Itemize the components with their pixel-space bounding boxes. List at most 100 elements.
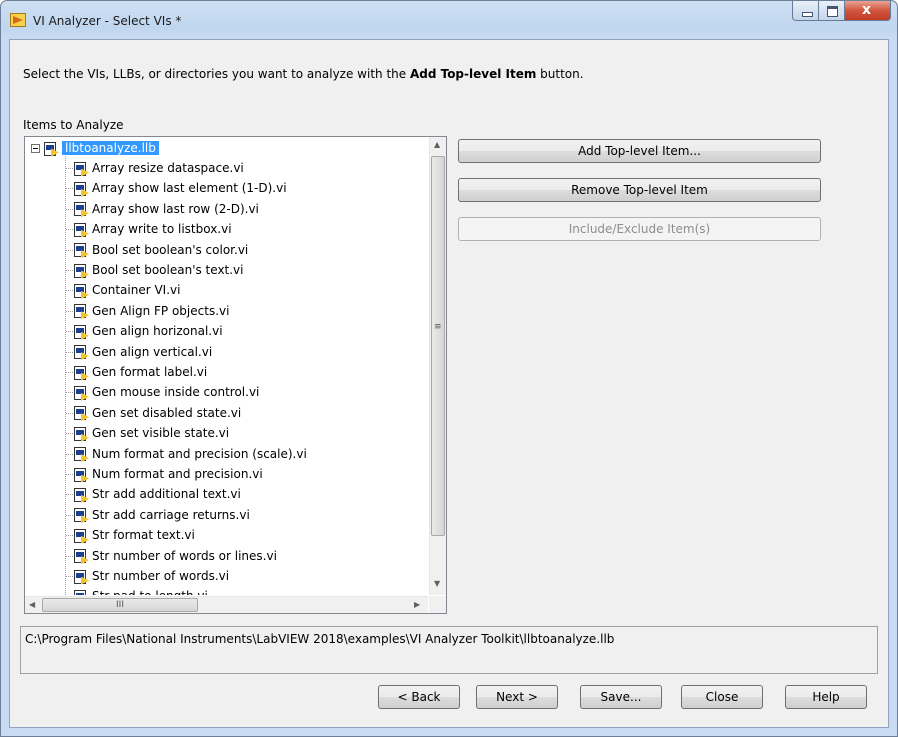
- tree-connector: [66, 576, 73, 577]
- title-bar[interactable]: VI Analyzer - Select VIs * x: [1, 1, 897, 39]
- tree-connector: [66, 412, 73, 414]
- horizontal-scrollbar[interactable]: ◀ III ▶: [25, 596, 428, 613]
- tree-item-label: Array show last row (2-D).vi: [92, 201, 259, 216]
- vi-file-icon: [73, 201, 89, 218]
- tree-item[interactable]: Container VI.vi: [73, 280, 180, 300]
- tree-item-label: Gen format label.vi: [92, 365, 208, 379]
- next-button[interactable]: Next >: [476, 685, 558, 709]
- collapse-icon[interactable]: [31, 144, 40, 153]
- tree-item-label: Str number of words.vi: [92, 569, 230, 583]
- vi-file-icon: [73, 487, 89, 503]
- vi-file-icon: [73, 507, 89, 524]
- vi-file-icon: [73, 467, 89, 483]
- tree-item[interactable]: Num format and precision (scale).vi: [73, 444, 307, 464]
- tree-item[interactable]: Str number of words or lines.vi: [73, 546, 277, 566]
- tree-item[interactable]: Gen align horizonal.vi: [73, 321, 223, 341]
- tree-connector: [66, 514, 73, 516]
- close-button[interactable]: Close: [681, 685, 763, 709]
- vi-file-icon: [73, 181, 89, 197]
- tree-item-label: Container VI.vi: [92, 283, 181, 298]
- back-button[interactable]: < Back: [378, 685, 460, 709]
- remove-top-level-item-button[interactable]: Remove Top-level Item: [458, 178, 821, 202]
- tree-item[interactable]: Num format and precision.vi: [73, 464, 263, 484]
- tree-item[interactable]: Gen align vertical.vi: [73, 342, 212, 362]
- tree-item-label: Gen align vertical.vi: [92, 344, 213, 359]
- tree-item-label: Gen set visible state.vi: [92, 426, 230, 441]
- tree-item[interactable]: Str number of words.vi: [73, 566, 229, 586]
- tree-connector: [66, 433, 73, 435]
- help-button[interactable]: Help: [785, 685, 867, 709]
- selected-path-text: C:\Program Files\National Instruments\La…: [25, 632, 615, 646]
- tree-connector: [66, 270, 73, 271]
- save-button[interactable]: Save...: [580, 685, 662, 709]
- scroll-left-icon[interactable]: ◀: [29, 600, 35, 609]
- vi-file-icon: [73, 324, 89, 340]
- tree-connector: [66, 290, 73, 292]
- vi-file-icon: [73, 283, 89, 299]
- tree-item[interactable]: Str add carriage returns.vi: [73, 505, 250, 525]
- scroll-grip-icon: ≡: [434, 322, 442, 332]
- tree-item[interactable]: Gen Align FP objects.vi: [73, 301, 229, 321]
- selected-path-box: C:\Program Files\National Instruments\La…: [20, 626, 878, 674]
- tree-item[interactable]: Bool set boolean's text.vi: [73, 260, 244, 280]
- tree-item-label: Bool set boolean's text.vi: [92, 263, 244, 277]
- tree-item[interactable]: Gen set disabled state.vi: [73, 403, 241, 423]
- tree-item-label: Gen set disabled state.vi: [92, 405, 242, 420]
- minimize-button[interactable]: [792, 1, 819, 21]
- vi-file-icon: [73, 263, 89, 279]
- vi-file-icon: [73, 548, 89, 565]
- tree-item[interactable]: Gen set visible state.vi: [73, 423, 229, 443]
- tree-item[interactable]: Array write to listbox.vi: [73, 219, 232, 239]
- tree-item-label: Str add additional text.vi: [92, 487, 241, 502]
- tree-item[interactable]: Gen format label.vi: [73, 362, 207, 382]
- app-window: VI Analyzer - Select VIs * x Select the …: [0, 0, 898, 737]
- tree-connector: [66, 535, 73, 537]
- tree-item[interactable]: Str format text.vi: [73, 525, 195, 545]
- tree-item[interactable]: Bool set boolean's color.vi: [73, 240, 248, 260]
- tree-item[interactable]: Str add additional text.vi: [73, 484, 241, 504]
- vi-file-icon: [73, 303, 89, 320]
- tree-connector: [66, 331, 73, 333]
- tree-connector: [66, 555, 73, 557]
- scroll-up-icon[interactable]: ▲: [434, 140, 440, 149]
- add-top-level-item-button[interactable]: Add Top-level Item...: [458, 139, 821, 163]
- tree-connector: [66, 474, 73, 475]
- tree-item-label: Array resize dataspace.vi: [92, 161, 244, 175]
- maximize-icon: [827, 6, 838, 17]
- vi-file-icon: [73, 589, 89, 595]
- tree-connector: [66, 494, 73, 496]
- tree-connector: [66, 168, 73, 169]
- tree-item-root[interactable]: llbtoanalyze.llb: [31, 138, 159, 158]
- vi-file-icon: [73, 405, 89, 422]
- horizontal-scroll-thumb[interactable]: III: [42, 598, 198, 612]
- vi-file-icon: [73, 385, 89, 401]
- tree-item[interactable]: Gen mouse inside control.vi: [73, 382, 259, 402]
- tree-item[interactable]: Array show last row (2-D).vi: [73, 199, 259, 219]
- vi-file-icon: [73, 242, 89, 259]
- tree-connector: [66, 208, 73, 210]
- scroll-right-icon[interactable]: ▶: [414, 600, 420, 609]
- tree-item-label: Bool set boolean's color.vi: [92, 242, 249, 257]
- close-window-button[interactable]: x: [845, 1, 891, 21]
- tree-item-label: Array show last element (1-D).vi: [92, 181, 287, 196]
- tree-item-label: Str pad to length.vi: [92, 589, 208, 595]
- vertical-scrollbar[interactable]: ▲ ≡ ▼: [429, 137, 446, 595]
- items-tree[interactable]: llbtoanalyze.llb Array resize dataspace.…: [24, 136, 447, 614]
- tree-connector: [66, 310, 73, 312]
- instruction-text: Select the VIs, LLBs, or directories you…: [23, 67, 584, 81]
- llb-icon: [43, 141, 59, 157]
- scroll-down-icon[interactable]: ▼: [434, 579, 440, 588]
- vertical-scroll-thumb[interactable]: [431, 156, 445, 536]
- window-title: VI Analyzer - Select VIs *: [33, 14, 182, 28]
- tree-item[interactable]: Str pad to length.vi: [73, 586, 208, 595]
- tree-item[interactable]: Array resize dataspace.vi: [73, 158, 244, 178]
- vi-file-icon: [73, 344, 89, 361]
- caption-buttons: x: [792, 1, 891, 23]
- maximize-button[interactable]: [819, 1, 845, 21]
- tree-root-label: llbtoanalyze.llb: [62, 141, 159, 155]
- instruction-suffix: button.: [536, 67, 584, 81]
- include-exclude-items-button[interactable]: Include/Exclude Item(s): [458, 217, 821, 241]
- tree-item-label: Str add carriage returns.vi: [92, 507, 250, 522]
- tree-connector: [66, 392, 73, 394]
- tree-item[interactable]: Array show last element (1-D).vi: [73, 178, 287, 198]
